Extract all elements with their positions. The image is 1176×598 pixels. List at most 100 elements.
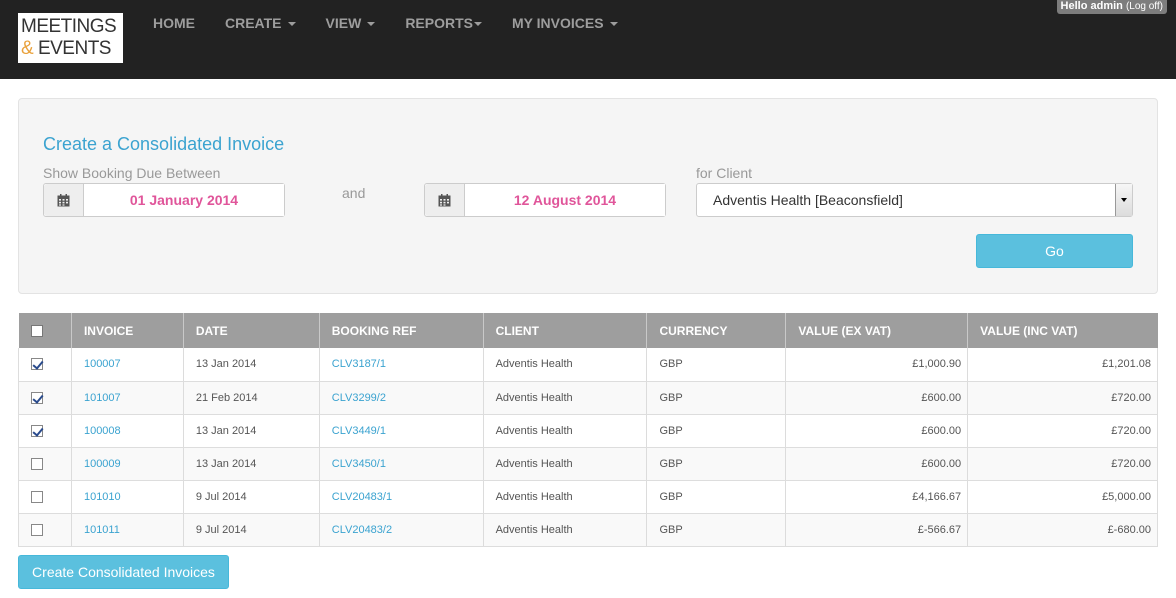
date-cell: 9 Jul 2014 (183, 480, 320, 514)
to-date-picker-button[interactable] (425, 184, 465, 216)
column-header-value-ex-vat[interactable]: VALUE (EX VAT) (785, 313, 969, 348)
row-select-cell (18, 348, 72, 382)
date-cell: 13 Jan 2014 (183, 447, 320, 481)
go-button[interactable]: Go (976, 234, 1133, 268)
booking-ref-link[interactable]: CLV3187/1 (332, 358, 386, 370)
brand-line-2: & EVENTS (21, 38, 119, 60)
booking-ref-cell: CLV3450/1 (319, 447, 484, 481)
calendar-icon (57, 193, 70, 206)
invoice-cell: 101010 (71, 480, 184, 514)
value-ex-vat-cell: £1,000.90 (785, 348, 969, 382)
column-header-currency[interactable]: CURRENCY (646, 313, 787, 348)
chevron-down-icon (609, 22, 618, 27)
invoice-link[interactable]: 101007 (84, 392, 121, 404)
user-greeting: Hello admin (Log off) (1056, 0, 1167, 14)
from-date-picker-button[interactable] (44, 184, 84, 216)
client-label: for Client (696, 165, 753, 181)
nav-my-invoices-label: MY INVOICES (512, 15, 604, 31)
table-row: 100009 13 Jan 2014 CLV3450/1 Adventis He… (18, 447, 1158, 481)
invoice-link[interactable]: 101010 (84, 491, 121, 503)
table-header-row: INVOICE DATE BOOKING REF CLIENT CURRENCY… (18, 313, 1158, 348)
date-cell: 21 Feb 2014 (183, 381, 320, 415)
row-checkbox[interactable] (31, 457, 43, 470)
booking-ref-cell: CLV3299/2 (319, 381, 484, 415)
date-cell: 13 Jan 2014 (183, 348, 320, 382)
nav-create[interactable]: CREATE (225, 15, 296, 31)
row-select-cell (18, 414, 72, 448)
nav-home[interactable]: HOME (153, 15, 195, 31)
logoff-link[interactable]: (Log off) (1126, 1, 1163, 12)
invoice-link[interactable]: 100009 (84, 458, 121, 470)
invoice-link[interactable]: 100008 (84, 425, 121, 437)
row-checkbox[interactable] (31, 391, 43, 404)
client-cell: Adventis Health (483, 348, 648, 382)
date-cell: 9 Jul 2014 (183, 513, 320, 547)
client-cell: Adventis Health (483, 414, 648, 448)
value-inc-vat-cell: £720.00 (967, 414, 1158, 448)
table-row: 101011 9 Jul 2014 CLV20483/2 Adventis He… (18, 513, 1158, 547)
value-inc-vat-cell: £720.00 (967, 381, 1158, 415)
booking-ref-link[interactable]: CLV3299/2 (332, 392, 386, 404)
nav-reports[interactable]: REPORTS (405, 15, 482, 31)
column-header-booking-ref[interactable]: BOOKING REF (319, 313, 484, 348)
select-all-cell (18, 313, 72, 348)
column-header-client[interactable]: CLIENT (483, 313, 648, 348)
table-row: 101010 9 Jul 2014 CLV20483/1 Adventis He… (18, 480, 1158, 514)
booking-ref-link[interactable]: CLV3450/1 (332, 458, 386, 470)
table-row: 100007 13 Jan 2014 CLV3187/1 Adventis He… (18, 348, 1158, 382)
booking-ref-link[interactable]: CLV3449/1 (332, 425, 386, 437)
nav-my-invoices[interactable]: MY INVOICES (512, 15, 618, 31)
create-consolidated-invoices-button[interactable]: Create Consolidated Invoices (18, 555, 229, 589)
booking-ref-cell: CLV20483/1 (319, 480, 484, 514)
invoice-link[interactable]: 101011 (84, 524, 120, 536)
table-row: 100008 13 Jan 2014 CLV3449/1 Adventis He… (18, 414, 1158, 448)
from-date-input[interactable] (84, 184, 284, 216)
value-ex-vat-cell: £600.00 (785, 381, 969, 415)
date-range-label: Show Booking Due Between (43, 165, 221, 181)
value-ex-vat-cell: £-566.67 (785, 513, 969, 547)
client-cell: Adventis Health (483, 513, 648, 547)
row-checkbox[interactable] (31, 358, 43, 371)
row-checkbox[interactable] (31, 490, 43, 503)
invoice-cell: 101011 (71, 513, 184, 547)
currency-cell: GBP (646, 348, 787, 382)
client-cell: Adventis Health (483, 381, 648, 415)
currency-cell: GBP (646, 447, 787, 481)
booking-ref-link[interactable]: CLV20483/2 (332, 524, 392, 536)
to-date-input[interactable] (465, 184, 665, 216)
chevron-down-icon (474, 22, 482, 27)
column-header-value-inc-vat[interactable]: VALUE (INC VAT) (967, 313, 1158, 348)
brand-ampersand: & (21, 38, 34, 59)
dropdown-arrow-icon[interactable] (1115, 184, 1132, 216)
value-inc-vat-cell: £1,201.08 (967, 348, 1158, 382)
currency-cell: GBP (646, 414, 787, 448)
column-header-date[interactable]: DATE (183, 313, 320, 348)
and-label: and (342, 185, 366, 201)
value-ex-vat-cell: £600.00 (785, 414, 969, 448)
row-checkbox[interactable] (31, 424, 43, 437)
date-cell: 13 Jan 2014 (183, 414, 320, 448)
user-greeting-text: Hello admin (1060, 0, 1123, 12)
invoice-table: INVOICE DATE BOOKING REF CLIENT CURRENCY… (18, 313, 1158, 547)
page-title: Create a Consolidated Invoice (43, 134, 285, 154)
row-select-cell (18, 447, 72, 481)
booking-ref-cell: CLV3449/1 (319, 414, 484, 448)
value-inc-vat-cell: £-680.00 (967, 513, 1158, 547)
client-select[interactable]: Adventis Health [Beaconsfield] (696, 183, 1133, 217)
nav-view[interactable]: VIEW (326, 15, 376, 31)
invoice-link[interactable]: 100007 (84, 358, 121, 370)
brand-logo[interactable]: MEETINGS & EVENTS (18, 13, 123, 63)
currency-cell: GBP (646, 480, 787, 514)
to-date-group (424, 183, 666, 217)
invoice-cell: 101007 (71, 381, 184, 415)
nav-home-label: HOME (153, 15, 195, 31)
column-header-invoice[interactable]: INVOICE (71, 313, 184, 348)
row-checkbox[interactable] (31, 523, 43, 536)
value-ex-vat-cell: £4,166.67 (785, 480, 969, 514)
nav-reports-label: REPORTS (405, 15, 473, 31)
filter-panel: Create a Consolidated Invoice Show Booki… (18, 98, 1158, 294)
chevron-down-icon (287, 22, 296, 27)
booking-ref-link[interactable]: CLV20483/1 (332, 491, 392, 503)
chevron-down-icon (367, 22, 376, 27)
select-all-checkbox[interactable] (30, 325, 43, 338)
